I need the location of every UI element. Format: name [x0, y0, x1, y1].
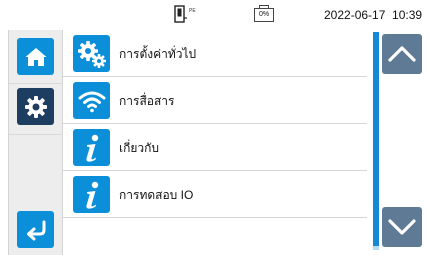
menu-item-label: การสื่อสาร [119, 94, 175, 108]
chevron-down-icon [388, 219, 416, 235]
settings-menu-list: การตั้งค่าทั่วไป การสื่อสาร เกี่ยวกับ กา… [63, 30, 367, 255]
sidebar [8, 30, 64, 255]
menu-item-communication[interactable]: การสื่อสาร [63, 77, 367, 124]
menu-item-about[interactable]: เกี่ยวกับ [63, 124, 367, 171]
info-icon [73, 129, 110, 166]
battery-level: 0% [258, 11, 270, 18]
status-bar: PE 0% 2022-06-17 10:39 [8, 0, 430, 30]
menu-item-label: เกี่ยวกับ [119, 141, 160, 155]
sidebar-divider [9, 83, 64, 84]
home-icon [25, 47, 46, 66]
back-button[interactable] [17, 211, 54, 248]
home-button[interactable] [17, 38, 54, 75]
scroll-panel [367, 30, 430, 255]
menu-item-io-test[interactable]: การทดสอบ IO [63, 171, 367, 218]
plug-pe-icon [174, 5, 188, 23]
chevron-up-icon [388, 46, 416, 62]
return-arrow-icon [26, 220, 45, 240]
gear-icon [24, 95, 47, 118]
pe-label: PE [189, 8, 196, 14]
device-screen: PE 0% 2022-06-17 10:39 การตั้งค่าทั่วไป … [0, 0, 430, 255]
scroll-up-button[interactable] [382, 34, 422, 74]
info-icon [73, 176, 110, 213]
menu-item-general-settings[interactable]: การตั้งค่าทั่วไป [63, 30, 367, 77]
wifi-icon [73, 82, 110, 119]
scrollbar-thumb[interactable] [373, 32, 379, 246]
sidebar-divider [9, 134, 64, 135]
menu-item-label: การตั้งค่าทั่วไป [119, 47, 197, 61]
battery-indicator: 0% [254, 5, 274, 22]
gears-icon [73, 35, 110, 72]
scroll-down-button[interactable] [382, 207, 422, 247]
status-datetime: 2022-06-17 10:39 [324, 8, 423, 22]
menu-item-label: การทดสอบ IO [119, 188, 194, 202]
settings-button[interactable] [17, 88, 54, 125]
